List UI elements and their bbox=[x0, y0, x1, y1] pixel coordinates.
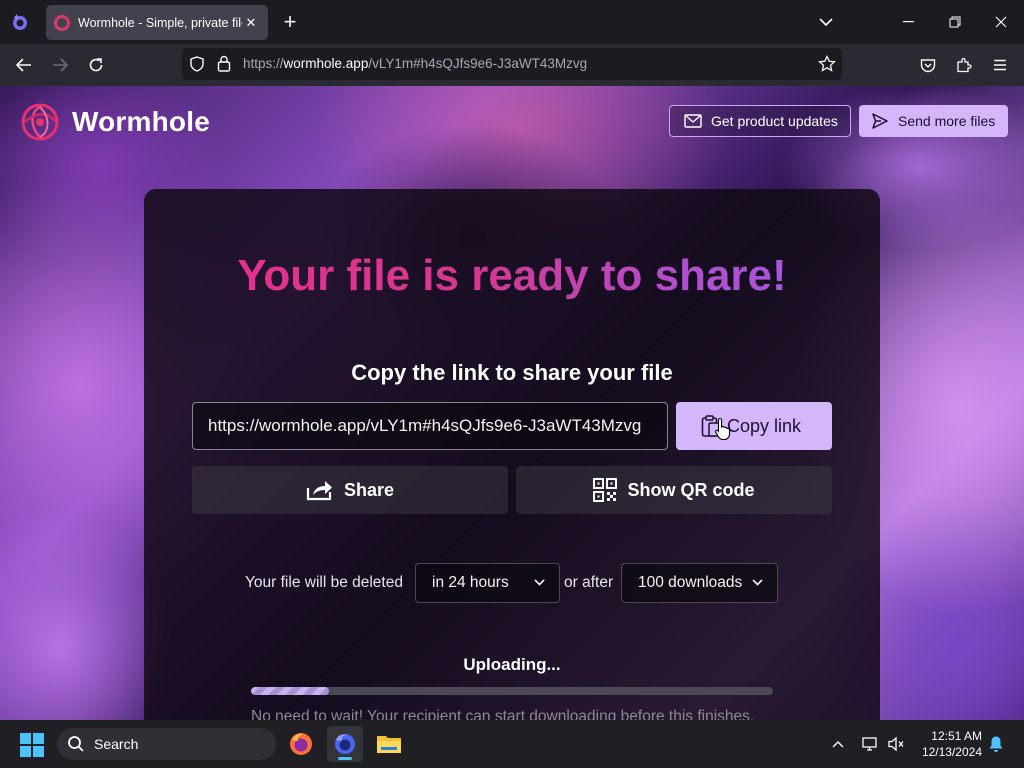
taskbar-firefox-nightly-icon[interactable] bbox=[327, 726, 363, 762]
copy-link-label: Copy link bbox=[727, 415, 802, 436]
share-icon bbox=[306, 481, 332, 501]
notification-bell-icon[interactable] bbox=[986, 734, 1006, 754]
send-more-files-label: Send more files bbox=[898, 113, 996, 129]
page-content: Wormhole Get product updates Send more f… bbox=[0, 86, 1024, 720]
share-label: Share bbox=[343, 479, 395, 500]
windows-start-icon[interactable] bbox=[20, 733, 44, 757]
expire-time-select[interactable]: in 24 hours bbox=[415, 563, 560, 603]
show-qr-code-button[interactable]: Show QR code bbox=[516, 466, 832, 514]
active-tab[interactable]: Wormhole - Simple, private file ✕ bbox=[46, 5, 268, 40]
tab-title: Wormhole - Simple, private file bbox=[78, 15, 242, 30]
share-link-field[interactable]: https://wormhole.app/vLY1m#h4sQJfs9e6-J3… bbox=[192, 402, 668, 450]
mail-icon bbox=[684, 114, 702, 128]
expiration-row: Your file will be deleted in 24 hours or… bbox=[144, 563, 880, 603]
wormhole-favicon-icon bbox=[54, 14, 70, 31]
screen: Wormhole - Simple, private file ✕ + http… bbox=[0, 0, 1024, 768]
extensions-icon[interactable] bbox=[952, 53, 976, 77]
upload-progress-bar bbox=[251, 687, 773, 695]
tab-close-icon[interactable]: ✕ bbox=[242, 15, 260, 31]
upload-note: No need to wait! Your recipient can star… bbox=[251, 708, 755, 720]
minimize-icon[interactable] bbox=[886, 0, 932, 44]
tracking-shield-icon[interactable] bbox=[189, 56, 205, 77]
brand-logo[interactable]: Wormhole bbox=[20, 102, 210, 142]
lock-icon[interactable] bbox=[217, 55, 231, 77]
wormhole-logo-icon bbox=[21, 103, 59, 141]
network-icon[interactable] bbox=[860, 734, 880, 754]
address-bar[interactable]: https://wormhole.app/vLY1m#h4sQJfs9e6-J3… bbox=[182, 48, 842, 80]
pocket-icon[interactable] bbox=[916, 53, 940, 77]
copy-link-button[interactable]: Copy link bbox=[676, 402, 832, 450]
active-app-indicator bbox=[338, 757, 352, 760]
brand-name: Wormhole bbox=[72, 106, 210, 137]
browser-tab-bar: Wormhole - Simple, private file ✕ + bbox=[0, 0, 1024, 44]
back-arrow-icon[interactable] bbox=[12, 53, 36, 77]
volume-muted-icon[interactable] bbox=[886, 734, 906, 754]
upload-progress-fill bbox=[251, 687, 330, 695]
share-button[interactable]: Share bbox=[192, 466, 508, 514]
show-qr-code-label: Show QR code bbox=[627, 479, 755, 500]
expire-downloads-select[interactable]: 100 downloads bbox=[621, 563, 778, 603]
windows-taskbar: Search 12:51 AM 12/13/2024 bbox=[0, 720, 1024, 768]
list-all-tabs-icon[interactable] bbox=[815, 11, 837, 33]
share-link-value: https://wormhole.app/vLY1m#h4sQJfs9e6-J3… bbox=[208, 416, 642, 435]
page-title: Your file is ready to share! bbox=[144, 251, 880, 301]
forward-arrow-icon[interactable] bbox=[48, 53, 72, 77]
get-product-updates-button[interactable]: Get product updates bbox=[669, 105, 851, 137]
expire-time-value: in 24 hours bbox=[432, 574, 509, 591]
hand-cursor-icon bbox=[715, 417, 731, 441]
url-host: wormhole.app bbox=[283, 56, 369, 71]
send-icon bbox=[872, 113, 888, 129]
send-more-files-button[interactable]: Send more files bbox=[859, 105, 1008, 137]
expire-middle-text: or after bbox=[564, 574, 614, 591]
system-clock[interactable]: 12:51 AM 12/13/2024 bbox=[912, 728, 982, 760]
chevron-down-icon bbox=[752, 579, 763, 586]
restore-icon[interactable] bbox=[932, 0, 978, 44]
qr-code-icon bbox=[593, 478, 618, 502]
url-text[interactable]: https://wormhole.app/vLY1m#h4sQJfs9e6-J3… bbox=[243, 56, 587, 71]
taskbar-file-explorer-icon[interactable] bbox=[371, 726, 407, 762]
menu-icon[interactable] bbox=[988, 53, 1012, 77]
show-hidden-icons-icon[interactable] bbox=[828, 734, 848, 754]
expire-prefix-text: Your file will be deleted bbox=[245, 574, 403, 591]
search-icon bbox=[68, 736, 84, 752]
share-card: Your file is ready to share! Copy the li… bbox=[144, 189, 880, 720]
copy-link-heading: Copy the link to share your file bbox=[351, 360, 673, 385]
url-path: /vLY1m#h4sQJfs9e6-J3aWT43Mzvg bbox=[368, 56, 588, 71]
upload-status: Uploading... bbox=[463, 655, 561, 674]
taskbar-search-box[interactable]: Search bbox=[57, 728, 276, 760]
url-scheme: https:// bbox=[243, 56, 284, 71]
chevron-down-icon bbox=[534, 579, 545, 586]
search-placeholder: Search bbox=[94, 736, 139, 752]
close-window-icon[interactable] bbox=[978, 0, 1024, 44]
clock-time: 12:51 AM bbox=[931, 729, 982, 743]
get-product-updates-label: Get product updates bbox=[711, 113, 838, 129]
taskbar-firefox-icon[interactable] bbox=[283, 726, 319, 762]
reload-icon[interactable] bbox=[84, 53, 108, 77]
expire-downloads-value: 100 downloads bbox=[638, 574, 743, 591]
firefox-view-icon[interactable] bbox=[8, 10, 32, 34]
new-tab-icon[interactable]: + bbox=[278, 11, 302, 35]
bookmark-star-icon[interactable] bbox=[818, 54, 836, 78]
clock-date: 12/13/2024 bbox=[921, 745, 982, 759]
